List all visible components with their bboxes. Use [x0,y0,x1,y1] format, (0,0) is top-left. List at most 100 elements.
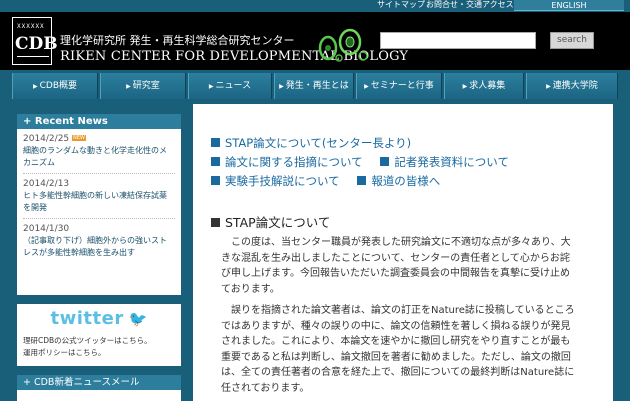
section-title-text: STAP論文について [225,215,331,230]
protocol-link[interactable]: 実験手技解説について [211,174,340,188]
paragraph-2: 誤りを指摘された論文著者は、論文の訂正をNature誌に投稿しているところ では… [221,303,593,396]
para-line: この度は、当センター職員が発表した研究論文に不適切な点が多々あり、大 [231,237,571,248]
nav-label: 発生・再生とは [285,81,349,91]
main-content: STAP論文について(センター長より) 論文に関する指摘について 記者発表資料に… [193,104,613,401]
twitter-logo[interactable]: twitter 🐦 [17,304,181,332]
news-date: 2014/1/30 [23,224,70,234]
link-label: 論文に関する指摘について [225,155,363,169]
recent-news-header: + Recent News [17,114,181,129]
square-bullet-icon [211,218,220,227]
news-text-line: （記事取り下げ）細胞外からの強いスト [23,236,167,245]
nav-label: ニュース [215,81,252,91]
para-line: 任されております。 [221,382,310,394]
square-bullet-icon [211,176,220,185]
news-item[interactable]: 2014/1/30 （記事取り下げ）細胞外からの強いスト レスが多能性幹細胞を生み… [17,219,181,263]
english-button[interactable]: ENGLISH [514,0,624,11]
nav-label: 研究室 [132,81,160,91]
press-release-link[interactable]: 記者発表資料について [380,155,509,169]
arrow-icon: ▶ [364,83,369,90]
paragraph-1: この度は、当センター職員が発表した研究論文に不適切な点が多々あり、大 きな混乱を… [221,235,593,297]
arrow-icon: ▶ [32,83,38,90]
para-line: ております。 [221,283,280,295]
news-text-line: を開発 [23,203,47,212]
nav-graduate[interactable]: ▶ 連携大学院 [526,73,618,99]
utility-bar: サイトマップ お問合せ・交通アクセス ENGLISH [0,0,630,12]
news-text-line: 細胞のランダムな動きと化学走化性のメ [23,146,167,155]
link-row: 論文に関する指摘について 記者発表資料について [211,155,509,170]
newsletter-panel[interactable]: + CDB新着ニュースメール [17,375,181,401]
link-label: 記者発表資料について [394,155,509,169]
org-name-japanese: 理化学研究所 発生・再生科学総合研究センター [60,34,295,47]
news-link[interactable]: ヒト多能性幹細胞の新しい凍結保存試薬 を開発 [23,190,175,219]
news-link[interactable]: 細胞のランダムな動きと化学走化性のメ カニズム [23,145,175,174]
nav-label: CDB概要 [39,81,77,91]
twitter-desc-line: 理研CDBの公式ツイッターはこちら。 [23,336,152,345]
paper-issues-link[interactable]: 論文に関する指摘について [211,155,363,169]
news-link[interactable]: （記事取り下げ）細胞外からの強いスト レスが多能性幹細胞を生み出す [23,235,175,263]
nav-about[interactable]: ▶ CDB概要 [12,73,98,99]
nav-jobs[interactable]: ▶ 求人募集 [444,73,524,99]
news-text-line: ヒト多能性幹細胞の新しい凍結保存試薬 [23,191,167,200]
para-line: は、全ての責任著者の合意を経た上で、撤回についての最終判断はNature誌に [221,367,575,378]
section-title: STAP論文について [211,215,330,230]
bullet-icon: + [23,116,35,127]
logo-text: CDB [15,34,58,54]
square-bullet-icon [211,157,220,166]
nav-label: 連携大学院 [552,81,598,91]
square-bullet-icon [211,138,220,147]
site-header: XXXXXX CDB 理化学研究所 発生・再生科学総合研究センター RIKEN … [0,12,630,70]
cell-illustration-icon [318,28,368,62]
square-bullet-icon [357,176,367,185]
news-text-line: レスが多能性幹細胞を生み出す [23,248,135,257]
arrow-icon: ▶ [208,83,214,90]
nav-label: 求人募集 [469,81,506,91]
press-link[interactable]: 報道の皆様へ [357,174,440,188]
link-label: STAP論文について(センター長より) [225,136,412,150]
newsletter-header[interactable]: + CDB新着ニュースメール [17,375,181,390]
para-line: 重要であると私は判断し、論文撤回を著者に勧めました。ただし、論文の撤回 [221,351,571,363]
para-line: されました。これにより、本論文を速やかに撤回し研究をやり直すことが最も [221,336,571,347]
cdb-logo[interactable]: XXXXXX CDB [12,17,58,65]
news-date: 2014/2/13 [23,179,70,189]
twitter-desc-line: 運用ポリシーはこちら。 [23,348,106,357]
link-label: 報道の皆様へ [371,174,441,188]
para-line: きな混乱を生み出しましたことについて、センターの責任者として心からお詫 [221,252,570,264]
arrow-icon: ▶ [546,83,551,90]
logo-pattern: XXXXXX [17,23,45,30]
nav-news[interactable]: ▶ ニュース [188,73,272,99]
para-line: 誤りを指摘された論文著者は、論文の訂正をNature誌に投稿しているところ [231,305,575,316]
logo-underline [17,56,49,60]
newsletter-title: CDB新着ニュースメール [33,377,140,388]
square-bullet-icon [380,157,390,166]
twitter-panel[interactable]: twitter 🐦 理研CDBの公式ツイッターはこちら。 運用ポリシーはこちら。 [17,304,181,366]
nav-labs[interactable]: ▶ 研究室 [100,73,186,99]
news-item[interactable]: 2014/2/13 ヒト多能性幹細胞の新しい凍結保存試薬 を開発 [17,174,181,219]
stap-center-director-link[interactable]: STAP論文について(センター長より) [211,136,411,150]
link-label: 実験手技解説について [225,174,340,188]
para-line: ではありますが、種々の誤りの中に、論文の信頼性を著しく損ねる誤りが発見 [221,320,571,332]
twitter-bird-icon: 🐦 [128,310,148,328]
arrow-icon: ▶ [462,83,468,90]
recent-news-title: Recent News [34,116,108,127]
nav-seminars[interactable]: ▶ セミナーと行事 [356,73,442,99]
new-badge: NEW [72,135,86,141]
recent-news-panel: + Recent News 2014/2/25 NEW 細胞のランダムな動きと化学… [17,114,181,295]
search-button[interactable]: search [550,32,594,49]
contact-access-link[interactable]: お問合せ・交通アクセス [426,0,514,10]
news-date: 2014/2/25 [23,134,70,144]
news-text-line: カニズム [23,158,55,167]
link-row: STAP論文について(センター長より) [211,136,411,151]
news-item[interactable]: 2014/2/25 NEW 細胞のランダムな動きと化学走化性のメ カニズム [17,129,181,174]
arrow-icon: ▶ [126,83,131,90]
twitter-wordmark: twitter [50,308,124,329]
main-navigation: ▶ CDB概要 ▶ 研究室 ▶ ニュース ▶ 発生・再生とは ▶ セミナーと行事 ▶ 求人募… [0,70,630,104]
bullet-icon: + [23,377,34,388]
link-row: 実験手技解説について 報道の皆様へ [211,174,440,189]
search-input[interactable] [380,32,536,49]
nav-label: セミナーと行事 [370,81,434,91]
nav-development[interactable]: ▶ 発生・再生とは [274,73,354,99]
arrow-icon: ▶ [279,83,284,90]
para-line: び申し上げます。今回報告いただいた調査委員会の中間報告を真摯に受け止め [221,268,570,279]
sitemap-link[interactable]: サイトマップ [377,0,425,10]
twitter-description[interactable]: 理研CDBの公式ツイッターはこちら。 運用ポリシーはこちら。 [17,332,181,362]
